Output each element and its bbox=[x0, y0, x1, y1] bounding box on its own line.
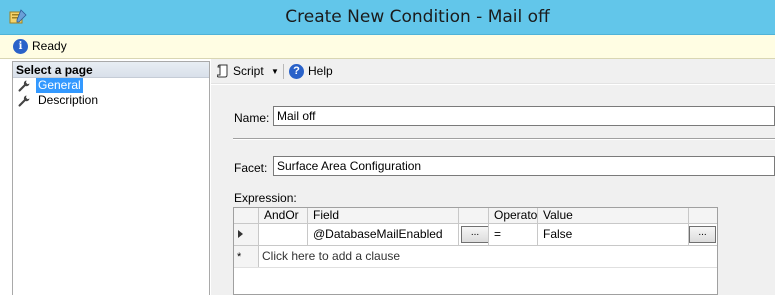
wrench-icon bbox=[18, 80, 30, 92]
toolbar-separator bbox=[283, 64, 284, 79]
title-bar: Create New Condition - Mail off bbox=[0, 0, 775, 35]
help-button[interactable]: ? Help bbox=[289, 63, 333, 80]
wrench-icon bbox=[18, 95, 30, 107]
expression-label: Expression: bbox=[234, 191, 297, 205]
toolbar: Script ▼ ? Help bbox=[211, 59, 775, 84]
info-icon: i bbox=[13, 39, 28, 54]
page-item-description[interactable]: Description bbox=[13, 93, 209, 108]
script-icon bbox=[217, 64, 228, 78]
page-item-label: General bbox=[36, 78, 83, 93]
field-button-cell: ... bbox=[459, 224, 489, 245]
script-dropdown-arrow[interactable]: ▼ bbox=[271, 63, 279, 80]
general-page: Script ▼ ? Help Name: Mail off Facet: Su… bbox=[211, 59, 775, 295]
new-row[interactable]: * Click here to add a clause bbox=[234, 246, 717, 268]
column-header-andor[interactable]: AndOr bbox=[259, 208, 308, 223]
operator-cell[interactable]: = bbox=[489, 224, 538, 245]
script-button[interactable]: Script bbox=[215, 63, 264, 80]
column-header-value[interactable]: Value bbox=[538, 208, 689, 223]
select-page-header: Select a page bbox=[13, 62, 209, 78]
window-title: Create New Condition - Mail off bbox=[285, 7, 550, 27]
current-row-arrow-icon bbox=[238, 230, 243, 238]
page-item-general[interactable]: General bbox=[13, 78, 209, 93]
add-clause-placeholder[interactable]: Click here to add a clause bbox=[259, 246, 717, 267]
column-header-value-button bbox=[689, 208, 717, 223]
status-bar: i Ready bbox=[0, 35, 775, 59]
help-icon: ? bbox=[289, 64, 304, 79]
facet-label: Facet: bbox=[234, 161, 268, 175]
column-header-field-button bbox=[459, 208, 489, 223]
field-cell[interactable]: @DatabaseMailEnabled bbox=[308, 224, 459, 245]
select-page-pane: Select a page General Description bbox=[12, 61, 210, 295]
separator-line bbox=[233, 138, 775, 140]
script-label: Script bbox=[233, 64, 264, 78]
page-item-label: Description bbox=[38, 93, 99, 107]
new-row-star-icon: * bbox=[237, 251, 242, 263]
column-header-operator[interactable]: Operator bbox=[489, 208, 538, 223]
row-selector[interactable] bbox=[234, 224, 259, 245]
row-header-corner bbox=[234, 208, 259, 223]
value-browse-button[interactable]: ... bbox=[689, 226, 716, 243]
name-field[interactable]: Mail off bbox=[273, 106, 775, 126]
value-cell[interactable]: False bbox=[538, 224, 689, 245]
andor-cell[interactable] bbox=[259, 224, 308, 245]
facet-field[interactable]: Surface Area Configuration bbox=[273, 156, 775, 176]
condition-form: Name: Mail off Facet: Surface Area Confi… bbox=[211, 85, 775, 295]
grid-header-row: AndOr Field Operator Value bbox=[234, 208, 717, 224]
name-label: Name: bbox=[234, 111, 270, 125]
value-button-cell: ... bbox=[689, 224, 717, 245]
table-row[interactable]: @DatabaseMailEnabled ... = False ... bbox=[234, 224, 717, 246]
new-row-selector[interactable]: * bbox=[234, 246, 259, 267]
help-label: Help bbox=[308, 64, 333, 78]
expression-grid: AndOr Field Operator Value @DatabaseMail… bbox=[233, 207, 718, 295]
column-header-field[interactable]: Field bbox=[308, 208, 459, 223]
field-browse-button[interactable]: ... bbox=[461, 226, 488, 243]
status-text: Ready bbox=[32, 39, 67, 53]
